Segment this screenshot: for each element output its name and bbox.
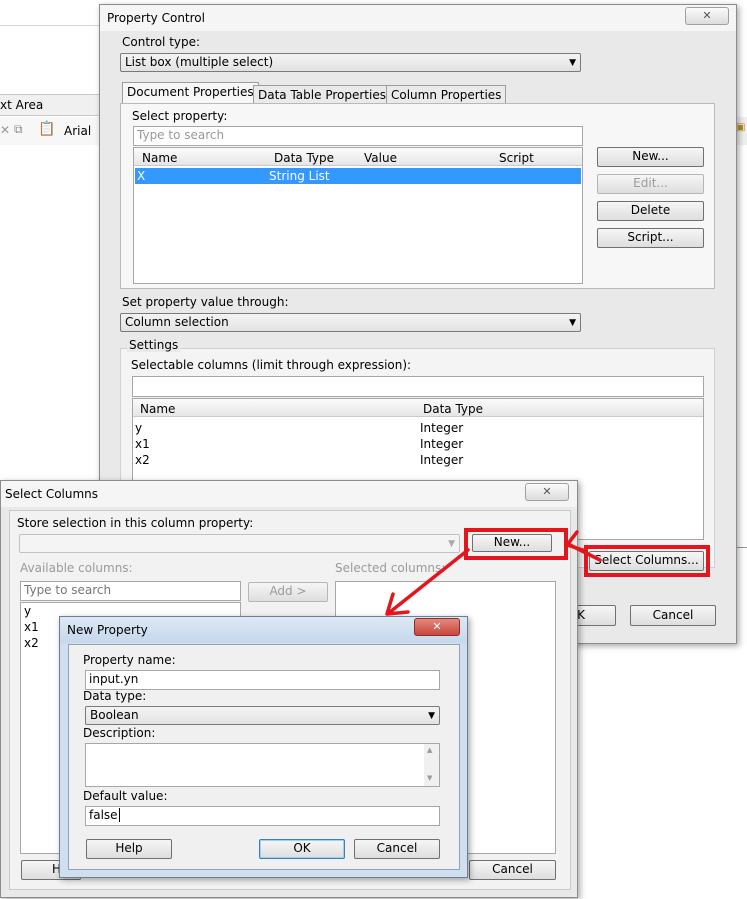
arrow-to-new-property [388,548,470,614]
arrow-to-new-button-head [565,530,585,552]
annotation-arrows [385,530,602,616]
